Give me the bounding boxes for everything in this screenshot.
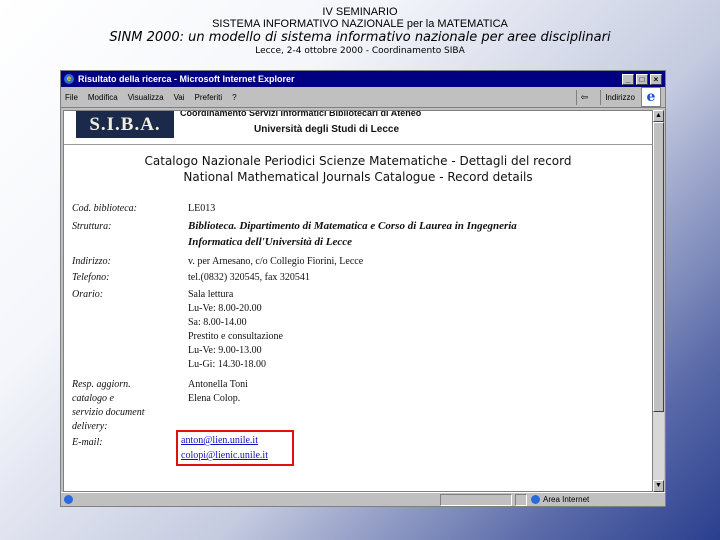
value-cod-biblioteca: LE013 (188, 203, 216, 214)
catalog-title-en: National Mathematical Journals Catalogue… (183, 170, 533, 184)
menu-vai[interactable]: Vai (174, 93, 185, 102)
label-email: E-mail: (72, 437, 103, 448)
header-universita: Università degli Studi di Lecce (254, 124, 400, 135)
value-orario-2: Lu-Ve: 8.00-20.00 (188, 303, 262, 314)
status-field-small (515, 493, 527, 506)
label-resp-4: delivery: (72, 421, 108, 432)
header-divider (64, 144, 652, 145)
label-cod-biblioteca: Cod. biblioteca: (72, 203, 137, 214)
window-title: Risultato della ricerca - Microsoft Inte… (78, 74, 295, 84)
label-struttura: Struttura: (72, 221, 112, 232)
scroll-up-button[interactable]: ▲ (653, 110, 664, 122)
value-struttura-line2: Informatica dell'Università di Lecce (188, 236, 353, 248)
menu-help[interactable]: ? (232, 93, 236, 102)
page-status-icon (64, 495, 73, 504)
value-orario-6: Lu-Gi: 14.30-18.00 (188, 359, 267, 370)
value-resp-2: Elena Colop. (188, 393, 241, 404)
value-orario-1: Sala lettura (188, 289, 234, 300)
value-orario-4: Prestito e consultazione (188, 331, 283, 342)
status-bar: Area Internet (61, 492, 665, 506)
scroll-thumb[interactable] (653, 122, 664, 412)
value-resp-1: Antonella Toni (188, 379, 248, 390)
seminar-title: IV SEMINARIO (322, 6, 398, 18)
email-link-1[interactable]: anton@lien.unile.it (181, 435, 258, 446)
header-coordinamento: Coordinamento Servizi Informatici Biblio… (180, 110, 422, 118)
close-button[interactable]: × (650, 73, 662, 85)
menu-bar: File Modifica Visualizza Vai Preferiti ?… (61, 87, 665, 108)
back-arrow-icon[interactable]: ⇦ (581, 92, 589, 103)
ie-throbber-icon: e (641, 87, 661, 107)
slide-header: IV SEMINARIO SISTEMA INFORMATIVO NAZIONA… (0, 6, 720, 57)
menu-file[interactable]: File (65, 93, 78, 102)
minimize-button[interactable]: _ (622, 73, 634, 85)
scroll-down-button[interactable]: ▼ (653, 480, 664, 492)
value-indirizzo: v. per Arnesano, c/o Collegio Fiorini, L… (188, 256, 364, 267)
label-orario: Orario: (72, 289, 104, 300)
label-resp-2: catalogo e (72, 393, 114, 404)
seminar-subtitle: SISTEMA INFORMATIVO NAZIONALE per la MAT… (212, 18, 508, 30)
email-link-2[interactable]: colopi@lienic.unile.it (181, 450, 268, 461)
menu-modifica[interactable]: Modifica (88, 93, 118, 102)
siba-logo: S.I.B.A. (76, 111, 174, 138)
menu-preferiti[interactable]: Preferiti (195, 93, 223, 102)
menu-visualizza[interactable]: Visualizza (128, 93, 164, 102)
label-indirizzo: Indirizzo: (72, 256, 111, 267)
label-resp-3: servizio document (72, 407, 145, 418)
address-label[interactable]: Indirizzo (605, 93, 635, 102)
value-struttura-line1: Biblioteca. Dipartimento di Matematica e… (188, 220, 517, 232)
maximize-button[interactable]: □ (636, 73, 648, 85)
toolbar-right: ⇦ Indirizzo e (572, 87, 661, 107)
zone-label: Area Internet (543, 495, 590, 504)
catalog-title-it: Catalogo Nazionale Periodici Scienze Mat… (144, 154, 572, 168)
window-titlebar[interactable]: e Risultato della ricerca - Microsoft In… (61, 71, 665, 87)
seminar-topic: SINM 2000: un modello di sistema informa… (109, 30, 611, 45)
browser-window: e Risultato della ricerca - Microsoft In… (60, 70, 666, 507)
internet-zone-icon (531, 495, 540, 504)
value-telefono: tel.(0832) 320545, fax 320541 (188, 272, 310, 283)
value-orario-3: Sa: 8.00-14.00 (188, 317, 247, 328)
label-resp-1: Resp. aggiorn. (72, 379, 131, 390)
ie-app-icon: e (64, 74, 74, 84)
seminar-location-date: Lecce, 2-4 ottobre 2000 - Coordinamento … (255, 46, 465, 56)
value-orario-5: Lu-Ve: 9.00-13.00 (188, 345, 262, 356)
status-field (440, 493, 512, 506)
label-telefono: Telefono: (72, 272, 110, 283)
vertical-scrollbar[interactable]: ▲ ▼ (652, 110, 664, 492)
page-viewport[interactable]: S.I.B.A. Coordinamento Servizi Informati… (63, 110, 653, 492)
